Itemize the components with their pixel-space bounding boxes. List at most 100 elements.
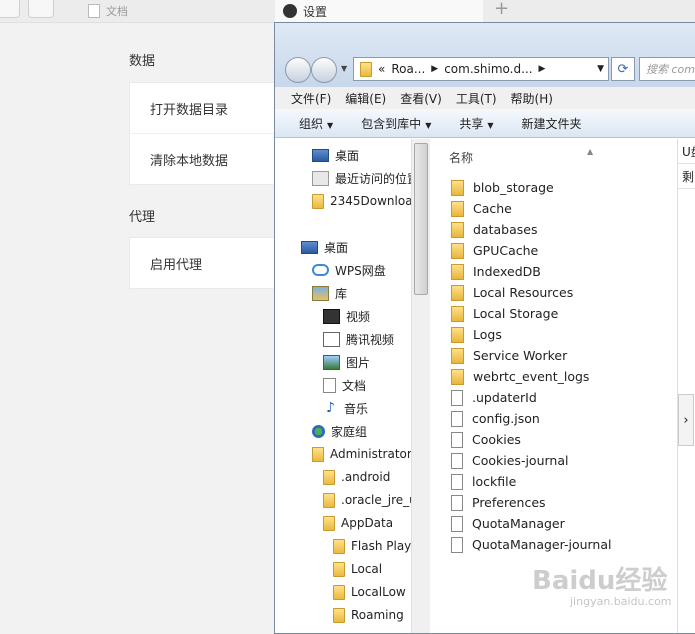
nav-item-android[interactable]: .android xyxy=(323,466,390,488)
nav-item-music[interactable]: ♪ 音乐 xyxy=(323,397,368,419)
nav-item-flash-player[interactable]: Flash Player xyxy=(333,535,411,557)
list-item[interactable]: GPUCache xyxy=(451,240,538,261)
chevron-right-icon[interactable]: ▶ xyxy=(539,64,546,74)
list-item[interactable]: databases xyxy=(451,219,537,240)
new-folder-button[interactable]: 新建文件夹 xyxy=(522,115,582,132)
list-item[interactable]: Cache xyxy=(451,198,512,219)
folder-icon xyxy=(312,193,324,209)
section-title-data: 数据 xyxy=(129,54,156,69)
nav-scrollbar[interactable] xyxy=(411,139,430,633)
back-button[interactable] xyxy=(0,0,20,18)
nav-item-wps-cloud[interactable]: WPS网盘 xyxy=(312,259,386,281)
nav-item-desktop-root[interactable]: 桌面 xyxy=(301,236,348,258)
list-item[interactable]: Cookies xyxy=(451,429,521,450)
refresh-icon[interactable]: ⟳ xyxy=(611,57,635,81)
menu-file[interactable]: 文件(F) xyxy=(291,90,331,107)
file-name: Cookies xyxy=(472,432,521,447)
list-item[interactable]: Local Resources xyxy=(451,282,573,303)
nav-item-roaming[interactable]: Roaming xyxy=(333,604,404,626)
list-item[interactable]: config.json xyxy=(451,408,540,429)
nav-label: WPS网盘 xyxy=(335,263,386,278)
folder-icon xyxy=(323,515,335,531)
share-button[interactable]: 共享 ▼ xyxy=(459,115,493,132)
file-name: databases xyxy=(473,222,538,237)
search-input[interactable]: 搜索 com xyxy=(639,57,695,81)
list-item[interactable]: blob_storage xyxy=(451,177,554,198)
cloud-icon xyxy=(312,264,329,276)
refresh-button[interactable] xyxy=(28,0,54,18)
address-prefix[interactable]: « xyxy=(378,62,385,76)
nav-item-pictures[interactable]: 图片 xyxy=(323,351,370,373)
nav-item-local[interactable]: Local xyxy=(333,558,382,580)
list-item[interactable]: Preferences xyxy=(451,492,546,513)
folder-icon xyxy=(451,368,464,385)
folder-icon xyxy=(333,538,345,554)
include-in-library-button[interactable]: 包含到库中 ▼ xyxy=(361,115,431,132)
list-item[interactable]: QuotaManager xyxy=(451,513,565,534)
nav-item-libraries[interactable]: 库 xyxy=(312,282,347,304)
new-tab-button[interactable]: + xyxy=(494,0,509,19)
back-arrow-icon[interactable] xyxy=(285,57,311,83)
organize-button[interactable]: 组织 ▼ xyxy=(299,115,333,132)
folder-icon xyxy=(323,469,335,485)
address-seg-shimo[interactable]: com.shimo.d... xyxy=(444,62,532,76)
list-item[interactable]: lockfile xyxy=(451,471,516,492)
nav-item-administrator[interactable]: Administrator xyxy=(312,443,411,465)
history-dropdown-icon[interactable]: ▼ xyxy=(341,64,347,73)
list-item[interactable]: Local Storage xyxy=(451,303,558,324)
nav-item-locallow[interactable]: LocalLow xyxy=(333,581,406,603)
chevron-down-icon: ▼ xyxy=(425,120,432,130)
tencent-video-icon xyxy=(323,331,340,347)
file-name: Local Storage xyxy=(473,306,559,321)
list-item[interactable]: QuotaManager-journal xyxy=(451,534,612,555)
nav-item-documents[interactable]: 文档 xyxy=(323,374,366,396)
nav-label: 最近访问的位置 xyxy=(335,171,412,186)
nav-item-video[interactable]: 视频 xyxy=(323,305,370,327)
clear-local-data-button[interactable]: 清除本地数据 xyxy=(130,134,290,184)
folder-icon xyxy=(451,179,464,196)
menu-tools[interactable]: 工具(T) xyxy=(456,90,497,107)
nav-item-desktop[interactable]: 桌面 xyxy=(312,144,359,166)
nav-item-recent[interactable]: 最近访问的位置 xyxy=(312,167,412,189)
list-item[interactable]: .updaterId xyxy=(451,387,537,408)
forward-arrow-icon[interactable] xyxy=(311,57,337,83)
enable-proxy-toggle[interactable]: 启用代理 xyxy=(130,238,290,288)
chevron-right-icon[interactable]: ▶ xyxy=(431,64,438,74)
address-dropdown-icon[interactable]: ▼ xyxy=(597,64,604,74)
list-item[interactable]: Service Worker xyxy=(451,345,567,366)
nav-item-appdata[interactable]: AppData xyxy=(323,512,393,534)
menu-view[interactable]: 查看(V) xyxy=(400,90,442,107)
nav-item-oracle-jre[interactable]: .oracle_jre_usage xyxy=(323,489,411,511)
nav-item-homegroup[interactable]: 家庭组 xyxy=(312,420,367,442)
nav-item-tencent-video[interactable]: 腾讯视频 xyxy=(323,328,394,350)
file-name: Logs xyxy=(473,327,502,342)
nav-label: 库 xyxy=(335,286,348,301)
tab-settings-label: 设置 xyxy=(303,4,328,19)
file-name: lockfile xyxy=(472,474,517,489)
open-data-dir-button[interactable]: 打开数据目录 xyxy=(130,83,290,134)
list-item[interactable]: webrtc_event_logs xyxy=(451,366,589,387)
tab-settings[interactable]: 设置 xyxy=(275,0,483,22)
menu-help[interactable]: 帮助(H) xyxy=(511,90,553,107)
scrollbar-thumb[interactable] xyxy=(414,143,428,295)
tab-doc-label: 文档 xyxy=(106,5,128,18)
list-item[interactable]: Cookies-journal xyxy=(451,450,568,471)
desktop-icon xyxy=(301,240,318,254)
address-seg-roaming[interactable]: Roa... xyxy=(391,62,425,76)
nav-label: Roaming xyxy=(351,608,404,622)
menu-edit[interactable]: 编辑(E) xyxy=(345,90,386,107)
file-icon xyxy=(451,473,463,490)
folder-icon xyxy=(451,263,464,280)
expand-chevron-icon[interactable]: › xyxy=(678,394,694,446)
chevron-down-icon: ▼ xyxy=(327,120,334,130)
list-item[interactable]: Logs xyxy=(451,324,502,345)
tab-doc[interactable]: 文档 xyxy=(80,0,283,22)
list-item[interactable]: IndexedDB xyxy=(451,261,541,282)
folder-icon xyxy=(451,284,464,301)
desktop-icon xyxy=(312,148,329,162)
file-name: GPUCache xyxy=(473,243,539,258)
column-header-name[interactable]: 名称 ▲ xyxy=(449,147,593,166)
address-bar[interactable]: « Roa... ▶ com.shimo.d... ▶ ▼ xyxy=(353,57,609,81)
explorer-window: ▼ « Roa... ▶ com.shimo.d... ▶ ▼ ⟳ 搜索 com… xyxy=(274,22,695,634)
nav-item-2345downloads[interactable]: 2345Downloads xyxy=(312,190,411,212)
